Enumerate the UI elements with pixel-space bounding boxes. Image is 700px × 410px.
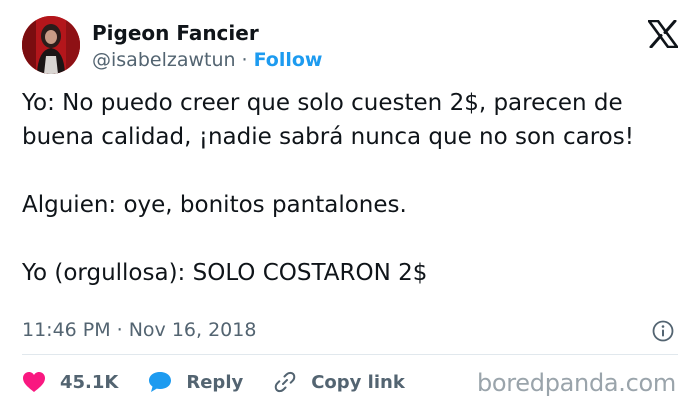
tweet-line: Yo (orgullosa): SOLO COSTARON 2$ bbox=[22, 260, 428, 286]
speech-bubble-icon bbox=[149, 372, 172, 392]
link-icon bbox=[274, 371, 296, 393]
tweet-line: Yo: No puedo creer que solo cuesten 2$, … bbox=[22, 90, 623, 116]
timestamp[interactable]: 11:46 PM · Nov 16, 2018 bbox=[22, 318, 256, 342]
like-button[interactable]: 45.1K bbox=[22, 371, 118, 393]
tweet-line: buena calidad, ¡nadie sabrá nunca que no… bbox=[22, 124, 634, 150]
x-logo-icon[interactable] bbox=[648, 20, 678, 48]
handle-row: @isabelzawtun · Follow bbox=[92, 48, 323, 72]
reply-button[interactable]: Reply bbox=[148, 371, 243, 393]
separator-dot: · bbox=[241, 49, 248, 71]
reply-label: Reply bbox=[186, 371, 244, 393]
copy-link-label: Copy link bbox=[311, 371, 405, 393]
tweet-text: Yo: No puedo creer que solo cuesten 2$, … bbox=[22, 86, 686, 290]
tweet-date: Nov 16, 2018 bbox=[128, 319, 257, 341]
watermark: boredpanda.com bbox=[476, 369, 676, 397]
divider bbox=[22, 354, 678, 355]
tweet-time: 11:46 PM bbox=[22, 319, 111, 341]
separator-dot: · bbox=[116, 319, 123, 341]
info-icon[interactable] bbox=[652, 320, 674, 342]
display-name[interactable]: Pigeon Fancier bbox=[92, 20, 259, 46]
tweet-card: Pigeon Fancier @isabelzawtun · Follow Yo: … bbox=[0, 0, 700, 410]
heart-icon bbox=[23, 372, 45, 392]
copy-link-button[interactable]: Copy link bbox=[273, 370, 405, 394]
user-handle[interactable]: @isabelzawtun bbox=[92, 49, 236, 71]
follow-button[interactable]: Follow bbox=[254, 49, 323, 71]
avatar[interactable] bbox=[22, 16, 80, 74]
tweet-line: Alguien: oye, bonitos pantalones. bbox=[22, 192, 407, 218]
action-bar: 45.1K Reply Copy link bbox=[22, 368, 435, 396]
avatar-photo bbox=[22, 16, 80, 74]
like-count: 45.1K bbox=[60, 371, 119, 393]
